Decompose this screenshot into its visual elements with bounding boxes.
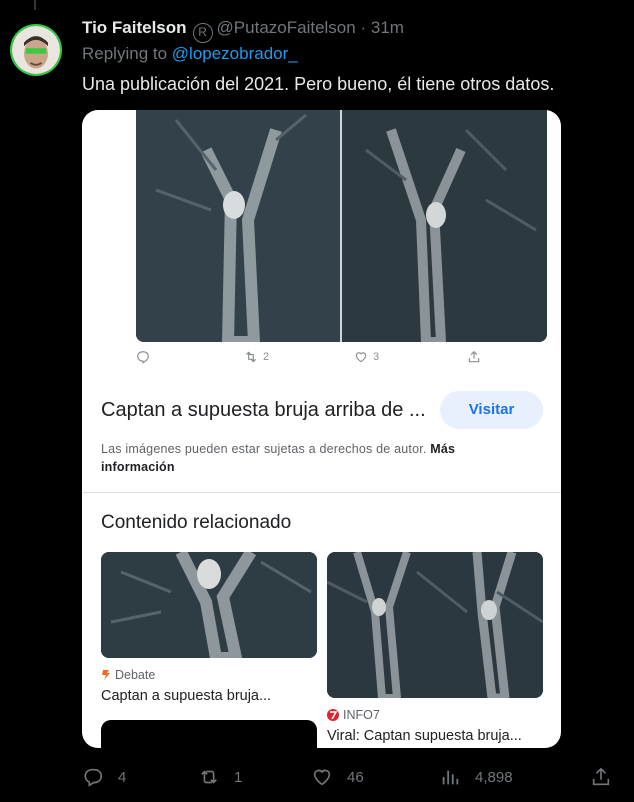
mini-retweet-icon (245, 351, 257, 363)
result-title[interactable]: Captan a supuesta bruja arriba de ... (101, 399, 426, 422)
mini-reply-icon (136, 350, 150, 364)
share-icon (592, 767, 610, 786)
reply-icon (84, 768, 103, 787)
reply-mention-link[interactable]: @lopezobrador_ (172, 44, 298, 63)
display-name[interactable]: Tio Faitelson (82, 18, 187, 37)
heart-icon (313, 769, 331, 786)
like-count: 46 (347, 768, 364, 786)
mini-share-icon (467, 350, 481, 364)
reply-count: 4 (118, 768, 127, 786)
related-source-label: INFO7 (343, 708, 380, 722)
image-mini-actions: 2 3 (136, 348, 547, 370)
attached-image-card[interactable]: 2 3 Captan a supuesta bruja arriba de ..… (82, 110, 561, 748)
mini-like: 3 (354, 350, 379, 364)
divider (82, 492, 561, 493)
copyright-notice: Las imágenes pueden estar sujetas a dere… (101, 440, 521, 476)
related-source-1: Debate (101, 668, 155, 682)
related-image-2[interactable] (327, 552, 543, 698)
reply-button[interactable]: 4 (82, 764, 126, 790)
tweet-header: Tio Faitelson R @PutazoFaitelson · 31m (82, 17, 404, 43)
like-button[interactable]: 46 (311, 764, 364, 790)
user-handle[interactable]: @PutazoFaitelson (217, 18, 356, 37)
copyright-text: Las imágenes pueden estar sujetas a dere… (101, 442, 431, 456)
mini-retweet-count: 2 (263, 351, 270, 363)
related-caption-1[interactable]: Captan a supuesta bruja... (101, 688, 271, 704)
retweet-count: 1 (234, 768, 243, 786)
related-image-3[interactable] (101, 720, 317, 748)
tweet-actions: 4 1 46 4,898 (82, 764, 622, 790)
share-button[interactable] (590, 764, 612, 790)
views-button[interactable]: 4,898 (439, 764, 513, 790)
retweet-button[interactable]: 1 (198, 764, 242, 790)
avatar[interactable] (10, 24, 62, 76)
related-source-2: INFO7 (327, 708, 380, 722)
related-source-label: Debate (115, 668, 156, 682)
separator: · (360, 18, 367, 37)
tweet-text: Una publicación del 2021. Pero bueno, él… (82, 74, 555, 94)
replying-prefix: Replying to (82, 44, 172, 63)
replying-to: Replying to @lopezobrador_ (82, 43, 298, 65)
views-icon (442, 770, 459, 785)
related-heading: Contenido relacionado (101, 512, 292, 533)
visit-button[interactable]: Visitar (440, 391, 543, 429)
related-caption-2[interactable]: Viral: Captan supuesta bruja... (327, 728, 522, 744)
mini-heart-icon (355, 352, 367, 363)
retweet-icon (201, 770, 217, 784)
mini-like-count: 3 (373, 351, 380, 363)
mini-retweet: 2 (244, 350, 269, 364)
debate-logo-icon (102, 670, 110, 680)
info7-logo-icon (327, 709, 339, 721)
related-image-1[interactable] (101, 552, 317, 658)
tweet-time[interactable]: 31m (371, 18, 404, 37)
view-count: 4,898 (475, 768, 513, 786)
thread-connector (34, 0, 36, 10)
hero-image (136, 110, 547, 342)
registered-badge-icon: R (192, 23, 213, 43)
